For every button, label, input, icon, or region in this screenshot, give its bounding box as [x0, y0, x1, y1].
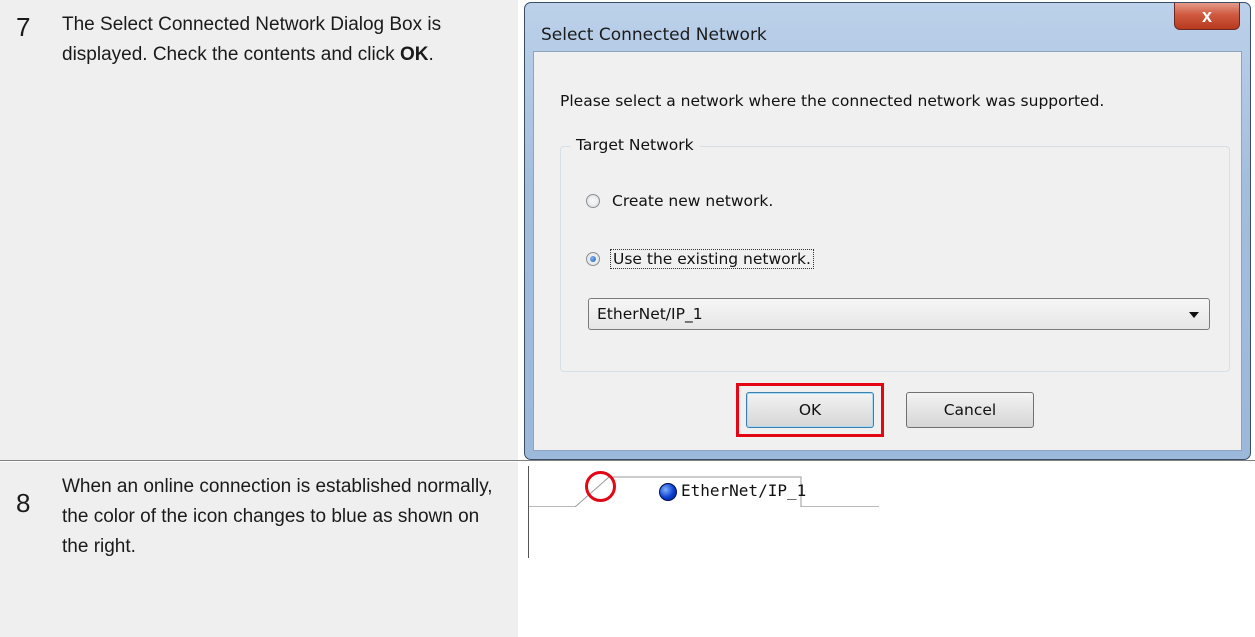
step-7-instructions: 7 The Select Connected Network Dialog Bo…	[0, 0, 518, 460]
step-text: When an online connection is established…	[62, 476, 493, 557]
group-label: Target Network	[570, 136, 700, 154]
dialog-prompt: Please select a network where the connec…	[560, 92, 1105, 110]
ok-button-highlight	[736, 383, 884, 437]
tab-label: EtherNet/IP_1	[681, 481, 807, 500]
network-select[interactable]: EtherNet/IP_1	[588, 298, 1210, 330]
step-text-end: .	[428, 44, 434, 65]
chevron-down-icon[interactable]	[1189, 312, 1199, 318]
radio-label[interactable]: Create new network.	[610, 192, 775, 210]
step-number: 7	[16, 12, 31, 42]
network-tab-panel: EtherNet/IP_1	[528, 466, 879, 558]
step-8-instructions: 8 When an online connection is establish…	[0, 462, 518, 637]
step-text-bold: OK	[399, 44, 429, 65]
close-button[interactable]: x	[1174, 3, 1240, 30]
tab-ethernet-ip[interactable]: EtherNet/IP_1	[575, 476, 855, 507]
select-connected-network-dialog: Select Connected Network x Please select…	[524, 2, 1251, 460]
cancel-button[interactable]: Cancel	[906, 392, 1034, 428]
radio-button[interactable]	[586, 252, 600, 266]
radio-create-new-network[interactable]: Create new network.	[586, 190, 775, 212]
status-icon-highlight	[585, 471, 616, 502]
network-select-value: EtherNet/IP_1	[597, 305, 703, 323]
radio-label[interactable]: Use the existing network.	[610, 249, 814, 269]
dialog-title: Select Connected Network	[541, 25, 767, 45]
step-text-main: The Select Connected Network Dialog Box …	[62, 14, 442, 65]
dialog-body: Please select a network where the connec…	[533, 51, 1242, 451]
step-text: The Select Connected Network Dialog Box …	[62, 10, 502, 70]
radio-use-existing-network[interactable]: Use the existing network.	[586, 248, 814, 270]
step-number: 8	[16, 488, 31, 518]
step-separator	[0, 460, 1255, 461]
radio-button[interactable]	[586, 194, 600, 208]
online-status-icon	[659, 483, 677, 501]
